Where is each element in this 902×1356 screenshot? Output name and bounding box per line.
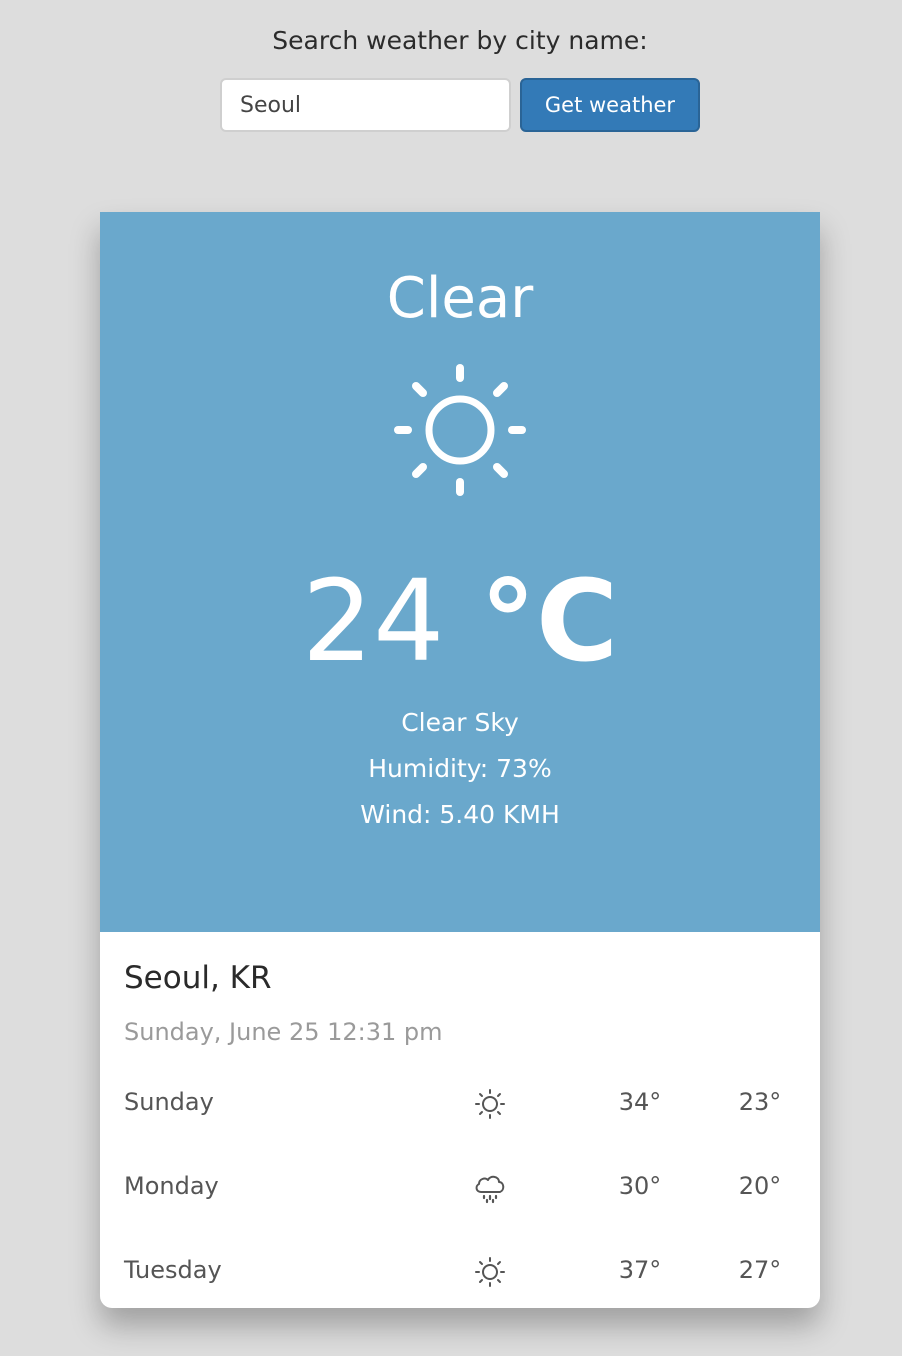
rain-cloud-icon [475,1175,505,1204]
search-label: Search weather by city name: [272,26,648,55]
forecast-low-temp: 23° [738,1088,782,1116]
forecast-high-temp: 34° [618,1088,662,1116]
forecast-high-temp: 37° [618,1256,662,1284]
location-name: Seoul, KR [124,960,272,996]
forecast-row: Sunday 34° 23° [100,1082,820,1132]
forecast-day: Tuesday [124,1256,222,1284]
wind-text: Wind: 5.40 KMH [360,800,560,829]
forecast-low-temp: 27° [738,1256,782,1284]
forecast-day: Monday [124,1172,219,1200]
forecast-high-temp: 30° [618,1172,662,1200]
temperature-unit: °C [479,557,619,687]
forecast-row: Monday 30° 20° [100,1166,820,1216]
forecast-row: Tuesday 37° 27° [100,1250,820,1300]
forecast-low-temp: 20° [738,1172,782,1200]
sun-icon [475,1089,505,1119]
current-condition: Clear [386,266,534,331]
current-datetime: Sunday, June 25 12:31 pm [124,1018,443,1046]
current-weather-panel: Clear 24 °C Clear Sky Humidity: 73% Wind… [100,212,820,932]
get-weather-button[interactable]: Get weather [520,78,700,132]
current-temperature: 24 °C [100,562,820,682]
temperature-value: 24 [301,557,445,687]
city-search-input[interactable] [220,78,511,132]
weather-description: Clear Sky [401,708,519,737]
sun-icon [475,1257,505,1287]
sun-icon [394,364,526,496]
location-forecast-panel: Seoul, KR Sunday, June 25 12:31 pm Sunda… [100,932,820,1308]
humidity-text: Humidity: 73% [368,754,552,783]
forecast-day: Sunday [124,1088,214,1116]
weather-card: Clear 24 °C Clear Sky Humidity: 73% Wind… [100,212,820,1308]
